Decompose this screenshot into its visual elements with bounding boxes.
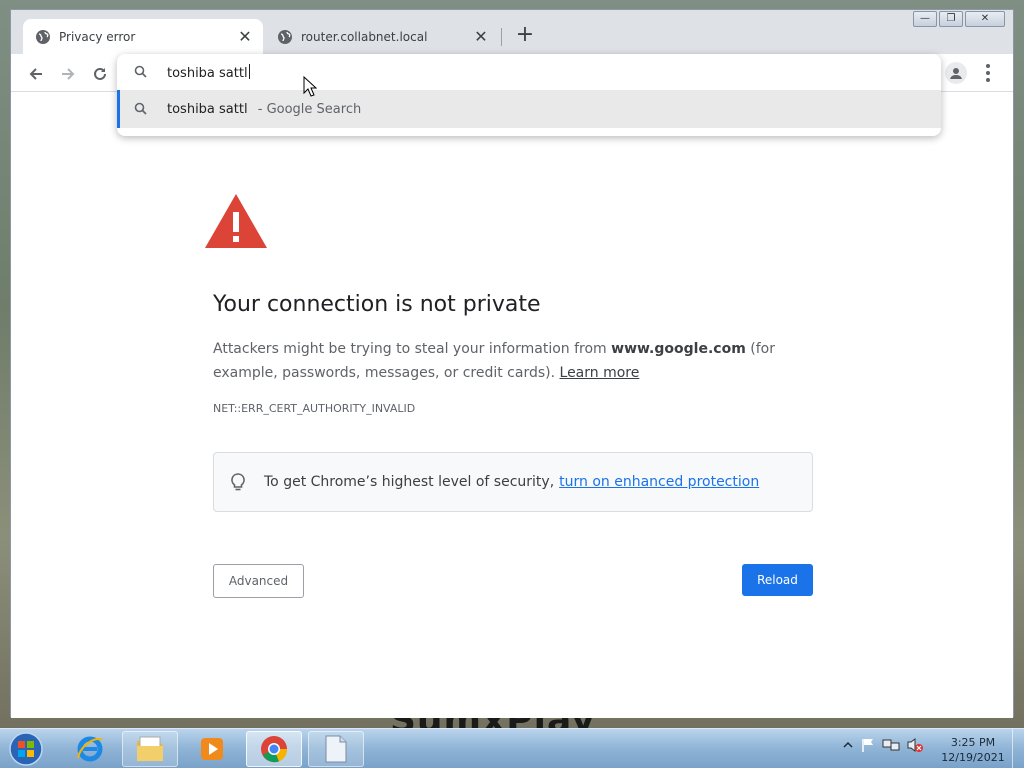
system-clock[interactable]: 3:25 PM 12/19/2021 (940, 735, 1006, 765)
suggestion-separator: - (257, 101, 263, 117)
start-button-icon[interactable] (6, 731, 46, 767)
tab-title: router.collabnet.local (301, 29, 428, 44)
page-title: Your connection is not private (213, 292, 541, 317)
page-content: Your connection is not private Attackers… (11, 92, 1013, 718)
clock-time: 3:25 PM (950, 736, 996, 749)
lightbulb-icon (231, 473, 245, 491)
volume-muted-icon[interactable] (906, 737, 924, 753)
person-icon (950, 68, 962, 79)
profile-button[interactable] (945, 62, 967, 84)
desc-text-1: Attackers might be trying to steal your … (213, 341, 612, 357)
suggestion-engine: Google Search (266, 101, 362, 117)
new-tab-button[interactable]: + (513, 24, 537, 48)
search-icon (134, 65, 147, 78)
warning-icon (205, 194, 267, 248)
security-text: To get Chrome’s highest level of securit… (264, 474, 555, 490)
menu-kebab-icon[interactable] (981, 62, 995, 84)
back-button[interactable] (25, 63, 47, 85)
tab-title: Privacy error (59, 29, 136, 44)
media-player-icon (201, 738, 223, 760)
action-center-flag-icon[interactable] (860, 737, 876, 753)
close-tab-icon[interactable]: ✕ (473, 28, 489, 45)
suggestion-query: toshiba sattl (167, 101, 248, 117)
forward-arrow-icon (62, 68, 75, 80)
notepad-icon (325, 735, 347, 763)
network-icon[interactable] (882, 737, 900, 753)
taskbar-ie[interactable] (62, 731, 118, 767)
taskbar: 3:25 PM 12/19/2021 (0, 728, 1024, 768)
folder-icon (137, 736, 163, 761)
show-hidden-icons-icon[interactable] (842, 739, 854, 751)
taskbar-media-player[interactable] (184, 731, 240, 767)
forward-button[interactable] (57, 63, 79, 85)
omnibox-suggestion[interactable]: toshiba sattl - Google Search (117, 90, 941, 128)
internet-explorer-icon (77, 736, 103, 762)
show-desktop-button[interactable] (1012, 729, 1024, 768)
omnibox-dropdown: toshiba sattl toshiba sattl - Google Sea… (117, 54, 941, 136)
tab-strip: Privacy error ✕ router.collabnet.local ✕… (11, 10, 1013, 54)
taskbar-explorer[interactable] (122, 731, 178, 767)
reload-icon (94, 67, 106, 80)
advanced-button[interactable]: Advanced (213, 564, 304, 598)
reload-toolbar-button[interactable] (89, 63, 111, 85)
taskbar-chrome[interactable] (246, 731, 302, 767)
taskbar-notepad[interactable] (308, 731, 364, 767)
chrome-icon (261, 736, 288, 763)
domain-name: www.google.com (611, 341, 746, 357)
back-arrow-icon (29, 68, 42, 80)
close-window-button[interactable]: ✕ (965, 11, 1005, 27)
tab-privacy-error[interactable]: Privacy error ✕ (23, 19, 263, 54)
browser-window: Privacy error ✕ router.collabnet.local ✕… (10, 9, 1014, 718)
text-caret (248, 63, 250, 79)
mouse-cursor-icon (303, 76, 317, 97)
omnibox-typed-text: toshiba sattl (167, 65, 248, 81)
learn-more-link[interactable]: Learn more (560, 365, 640, 381)
globe-icon (36, 29, 50, 44)
enhanced-protection-box: To get Chrome’s highest level of securit… (213, 452, 813, 512)
tab-separator (501, 28, 502, 46)
reload-button[interactable]: Reload (742, 564, 813, 596)
window-controls: — ❐ ✕ (911, 11, 1005, 27)
close-tab-icon[interactable]: ✕ (237, 28, 253, 45)
clock-date: 12/19/2021 (941, 751, 1005, 764)
error-code: NET::ERR_CERT_AUTHORITY_INVALID (213, 402, 416, 415)
search-icon (134, 102, 147, 115)
globe-icon (278, 29, 292, 44)
error-description: Attackers might be trying to steal your … (213, 337, 813, 385)
minimize-button[interactable]: — (913, 11, 937, 27)
maximize-button[interactable]: ❐ (939, 11, 963, 27)
tab-router[interactable]: router.collabnet.local ✕ (265, 19, 499, 54)
enhanced-protection-link[interactable]: turn on enhanced protection (559, 474, 759, 490)
system-tray (842, 737, 924, 753)
omnibox-input[interactable]: toshiba sattl (117, 54, 941, 90)
